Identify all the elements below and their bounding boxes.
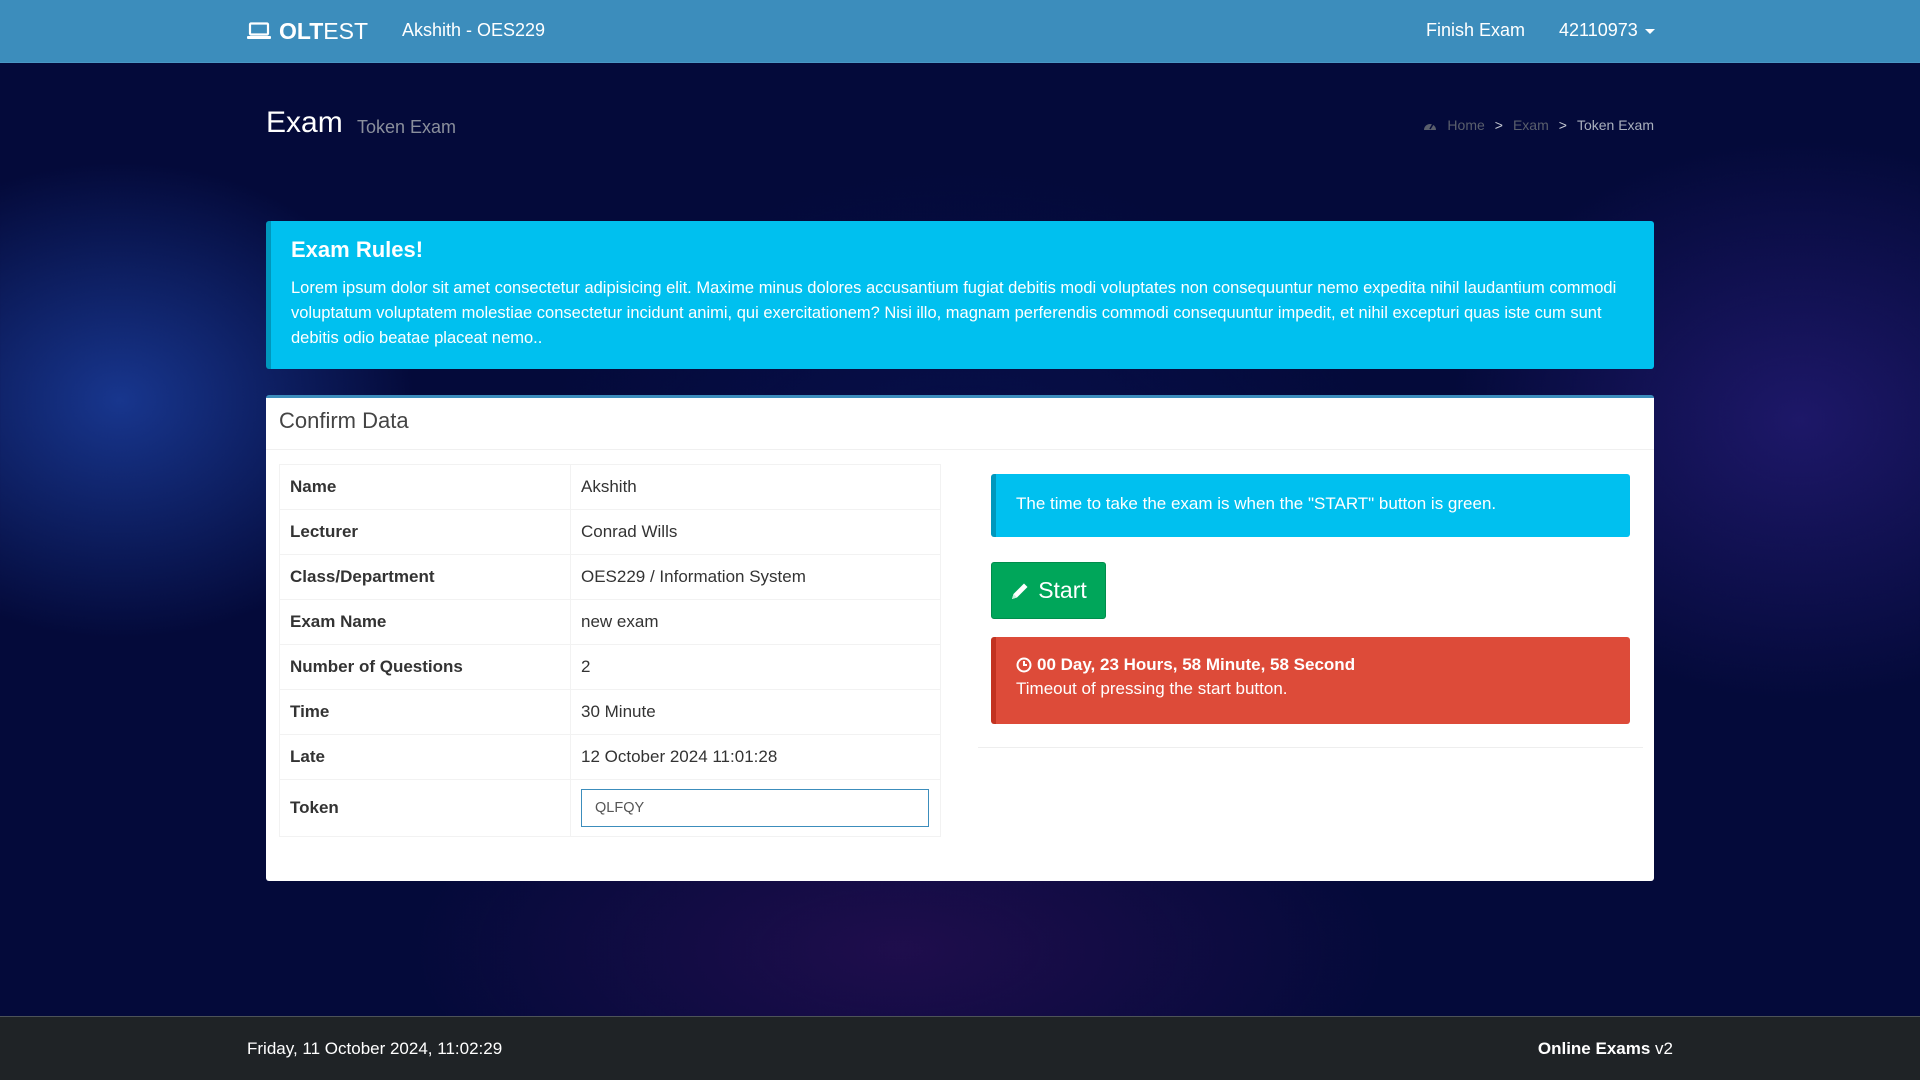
breadcrumb-exam[interactable]: Exam xyxy=(1513,117,1549,133)
table-row: Late 12 October 2024 11:01:28 xyxy=(279,734,941,780)
row-value: Conrad Wills xyxy=(570,509,941,555)
row-label: Exam Name xyxy=(279,599,571,645)
breadcrumb-current: Token Exam xyxy=(1576,117,1654,133)
page-subtitle: Token Exam xyxy=(357,117,457,137)
countdown-text: 00 Day, 23 Hours, 58 Minute, 58 Second xyxy=(1037,655,1356,674)
finish-exam-link[interactable]: Finish Exam xyxy=(1426,20,1525,41)
row-value: Akshith xyxy=(570,464,941,510)
row-value: 12 October 2024 11:01:28 xyxy=(570,734,941,780)
row-value: new exam xyxy=(570,599,941,645)
box-title: Confirm Data xyxy=(279,408,409,433)
row-label: Late xyxy=(279,734,571,780)
top-navbar: OLT EST Akshith - OES229 Finish Exam 4211… xyxy=(0,0,1920,63)
brand-logo[interactable]: OLT EST xyxy=(247,17,368,45)
caret-down-icon xyxy=(1644,29,1655,34)
rules-text: Lorem ipsum dolor sit amet consectetur a… xyxy=(291,279,1617,347)
start-info-callout: The time to take the exam is when the "S… xyxy=(991,474,1630,537)
footer-app-name: Online Exams xyxy=(1537,1039,1651,1058)
table-row: Number of Questions 2 xyxy=(279,644,941,690)
user-label: Akshith - OES229 xyxy=(402,20,546,40)
page-title: Exam xyxy=(266,106,343,139)
footer-app: Online Exams v2 xyxy=(1538,1039,1673,1059)
breadcrumb-separator: > xyxy=(1494,117,1503,133)
footer: Friday, 11 October 2024, 11:02:29 Online… xyxy=(0,1016,1920,1080)
row-label: Class/Department xyxy=(279,554,571,600)
table-row: Class/Department OES229 / Information Sy… xyxy=(279,554,941,600)
countdown-line: 00 Day, 23 Hours, 58 Minute, 58 Second xyxy=(1016,655,1610,675)
start-label: Start xyxy=(1038,577,1087,603)
timeout-text: Timeout of pressing the start button. xyxy=(1016,679,1288,698)
rules-title: Exam Rules! xyxy=(291,237,424,262)
account-dropdown[interactable]: 42110973 xyxy=(1559,20,1655,41)
breadcrumb: Home > Exam > Token Exam xyxy=(1423,117,1654,133)
start-button[interactable]: Start xyxy=(991,562,1106,619)
row-value: OES229 / Information System xyxy=(570,554,941,600)
table-row: Name Akshith xyxy=(279,464,941,510)
token-label: Token xyxy=(279,779,571,837)
table-row: Lecturer Conrad Wills xyxy=(279,509,941,555)
row-label: Name xyxy=(279,464,571,510)
table-row: Token xyxy=(279,779,941,837)
confirm-table: Name Akshith Lecturer Conrad Wills Class… xyxy=(279,464,941,837)
brand-bold: OLT xyxy=(279,17,324,44)
footer-app-version: v2 xyxy=(1655,1039,1673,1058)
laptop-icon xyxy=(247,22,271,39)
row-label: Lecturer xyxy=(279,509,571,555)
breadcrumb-separator: > xyxy=(1558,117,1567,133)
table-row: Time 30 Minute xyxy=(279,689,941,735)
token-input[interactable] xyxy=(581,789,929,827)
row-value: 2 xyxy=(570,644,941,690)
countdown-callout: 00 Day, 23 Hours, 58 Minute, 58 Second T… xyxy=(991,637,1630,724)
dashboard-icon xyxy=(1424,123,1437,130)
footer-datetime: Friday, 11 October 2024, 11:02:29 xyxy=(247,1039,503,1058)
token-cell xyxy=(570,779,941,837)
box-divider xyxy=(266,449,1654,450)
exam-rules-callout: Exam Rules! Lorem ipsum dolor sit amet c… xyxy=(266,221,1654,369)
pencil-icon xyxy=(1012,583,1028,599)
table-row: Exam Name new exam xyxy=(279,599,941,645)
confirm-data-box: Confirm Data Name Akshith Lecturer Conra… xyxy=(266,395,1654,881)
row-label: Time xyxy=(279,689,571,735)
brand-rest: EST xyxy=(323,17,369,44)
account-id: 42110973 xyxy=(1559,20,1638,40)
breadcrumb-home[interactable]: Home xyxy=(1447,117,1484,133)
row-value: 30 Minute xyxy=(570,689,941,735)
row-label: Number of Questions xyxy=(279,644,571,690)
start-panel: The time to take the exam is when the "S… xyxy=(978,464,1643,748)
clock-icon xyxy=(1016,657,1032,673)
